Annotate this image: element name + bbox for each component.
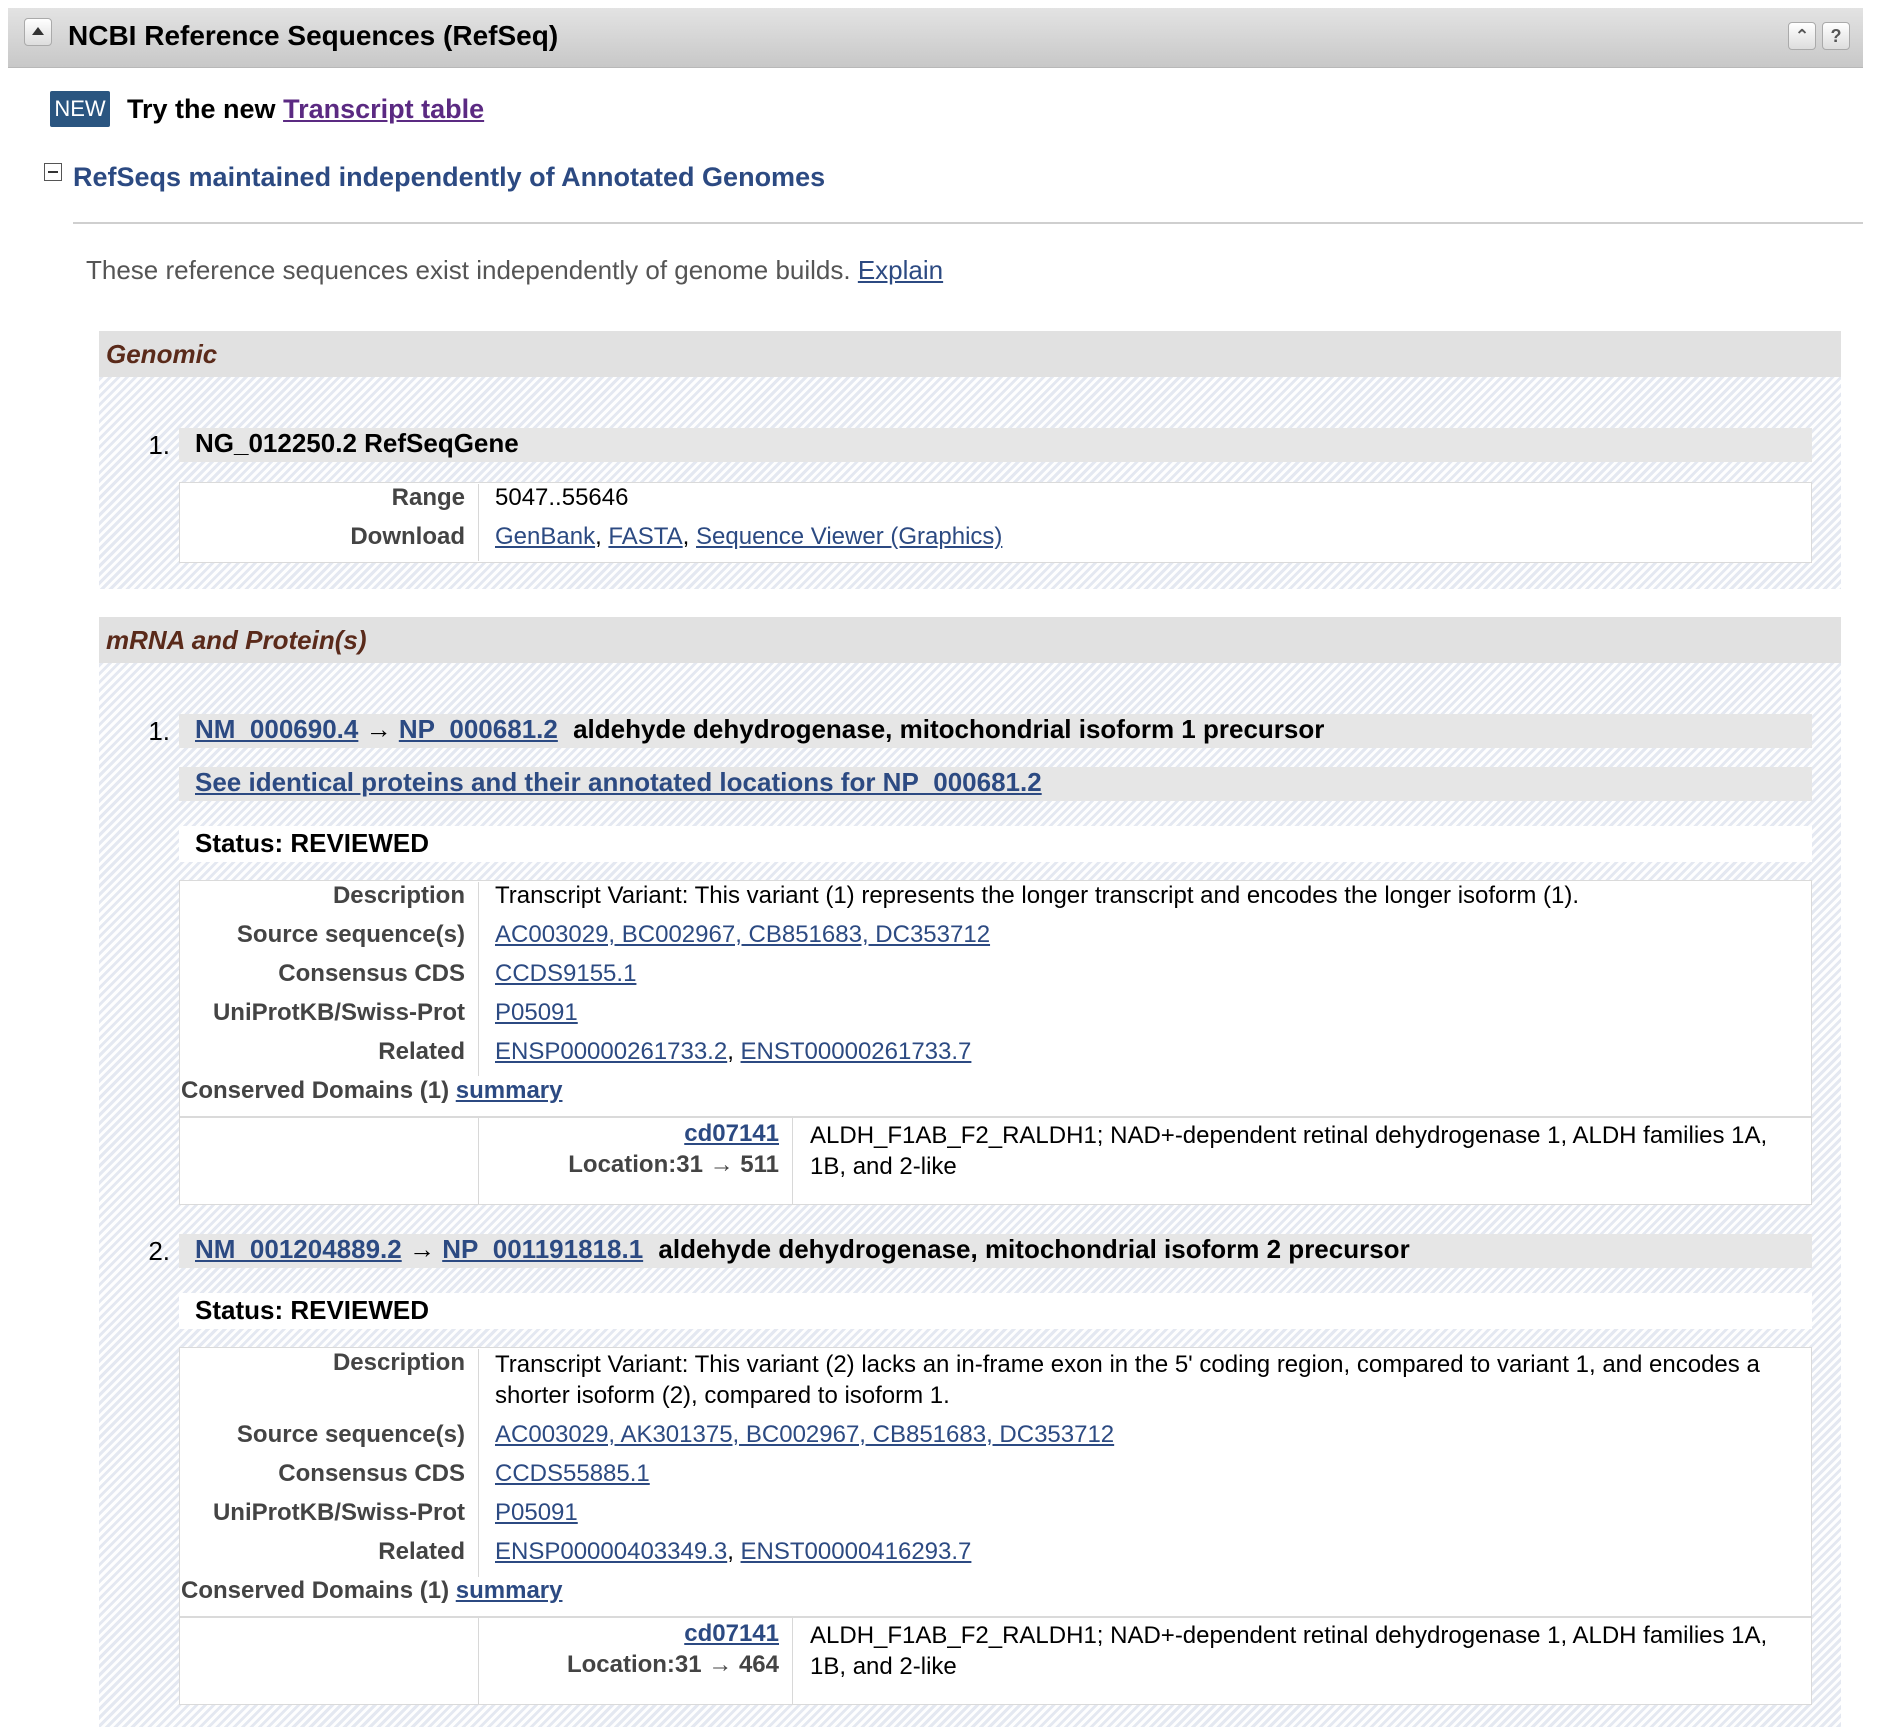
summary-link[interactable]: summary [456, 1577, 563, 1604]
source-sequences-link[interactable]: AC003029, AK301375, BC002967, CB851683, … [495, 1421, 1114, 1448]
divider [73, 222, 1863, 224]
domain-id-link[interactable]: cd07141 [684, 1620, 779, 1647]
related-enst-link[interactable]: ENST00000261733.7 [741, 1038, 972, 1065]
conserved-domains-label: Conserved Domains (1) [181, 1577, 450, 1604]
domain-description: ALDH_F1AB_F2_RALDH1; NAD+-dependent reti… [810, 1122, 1768, 1180]
divider [180, 1116, 1811, 1118]
mrna-item-title: NM_000690.4 → NP_000681.2 aldehyde dehyd… [179, 714, 1812, 748]
domain-description: ALDH_F1AB_F2_RALDH1; NAD+-dependent reti… [810, 1622, 1768, 1680]
range-value: 5047..55646 [495, 484, 629, 511]
intro-sentence: These reference sequences exist independ… [86, 255, 851, 285]
domain-id: cd07141 [479, 1620, 779, 1648]
download-label: Download [350, 523, 465, 550]
consensus-cds-link[interactable]: CCDS9155.1 [495, 960, 636, 987]
related-label: Related [378, 1538, 465, 1565]
consensus-cds-label: Consensus CDS [278, 1460, 465, 1487]
protein-name: aldehyde dehydrogenase, mitochondrial is… [658, 1234, 1410, 1264]
related-enst-link[interactable]: ENST00000416293.7 [741, 1538, 972, 1565]
domain-id-link[interactable]: cd07141 [684, 1120, 779, 1147]
domain-location: Location:31 → 511 [568, 1151, 779, 1178]
collapse-section-button[interactable] [24, 18, 52, 46]
identical-proteins-link[interactable]: See identical proteins and their annotat… [195, 767, 1042, 797]
status-label: Status: REVIEWED [179, 1293, 1812, 1329]
related-ensp-link[interactable]: ENSP00000403349.3 [495, 1538, 727, 1565]
consensus-cds-link[interactable]: CCDS55885.1 [495, 1460, 650, 1487]
related-value: ENSP00000403349.3, ENST00000416293.7 [495, 1538, 972, 1565]
subsection-title[interactable]: RefSeqs maintained independently of Anno… [73, 162, 825, 193]
mrna-item-title: NM_001204889.2 → NP_001191818.1 aldehyde… [179, 1234, 1812, 1268]
conserved-domains-label: Conserved Domains (1) [181, 1077, 450, 1104]
arrow-right-icon: → [408, 1234, 435, 1264]
conserved-domains-row: Conserved Domains (1) summary [181, 1077, 562, 1105]
source-sequences-label: Source sequence(s) [236, 921, 465, 948]
genbank-link[interactable]: GenBank [495, 523, 595, 550]
column-divider [478, 484, 479, 561]
domain-location: Location:31 → 464 [566, 1651, 779, 1678]
uniprot-value: P05091 [495, 1499, 578, 1527]
genomic-item-title: NG_012250.2 RefSeqGene [179, 428, 1812, 462]
mrna-protein-heading: mRNA and Protein(s) [99, 617, 1841, 663]
source-sequences-value: AC003029, AK301375, BC002967, CB851683, … [495, 1421, 1114, 1449]
double-chevron-up-icon: ⌃ [1794, 26, 1810, 46]
triangle-up-icon [32, 27, 44, 35]
status-label: Status: REVIEWED [179, 826, 1812, 862]
mrna-item-number: 2. [148, 1236, 170, 1266]
genomic-heading: Genomic [99, 331, 1841, 377]
scroll-top-button[interactable]: ⌃ [1788, 22, 1816, 50]
column-divider [792, 1618, 793, 1704]
source-sequences-label: Source sequence(s) [236, 1421, 465, 1448]
related-value: ENSP00000261733.2, ENST00000261733.7 [495, 1038, 972, 1065]
mrna-item-number: 1. [148, 716, 170, 746]
mrna-accession-link[interactable]: NM_001204889.2 [195, 1234, 402, 1264]
sequence-viewer-link[interactable]: Sequence Viewer (Graphics) [696, 523, 1002, 550]
section-title: NCBI Reference Sequences (RefSeq) [68, 20, 559, 51]
related-ensp-link[interactable]: ENSP00000261733.2 [495, 1038, 727, 1065]
arrow-right-icon: → [365, 714, 392, 744]
source-sequences-value: AC003029, BC002967, CB851683, DC353712 [495, 921, 990, 949]
uniprot-link[interactable]: P05091 [495, 1499, 578, 1526]
uniprot-link[interactable]: P05091 [495, 999, 578, 1026]
collapse-toggle-icon[interactable] [44, 163, 62, 181]
conserved-domains-row: Conserved Domains (1) summary [181, 1577, 562, 1605]
protein-accession-link[interactable]: NP_001191818.1 [442, 1234, 643, 1264]
uniprot-label: UniProtKB/Swiss-Prot [212, 1499, 465, 1526]
description-label: Description [332, 1349, 465, 1376]
identical-proteins-row: See identical proteins and their annotat… [179, 767, 1812, 801]
related-label: Related [378, 1038, 465, 1065]
consensus-cds-label: Consensus CDS [278, 960, 465, 987]
description-value: Transcript Variant: This variant (1) rep… [495, 882, 1580, 909]
uniprot-label: UniProtKB/Swiss-Prot [212, 999, 465, 1026]
download-links: GenBank, FASTA, Sequence Viewer (Graphic… [495, 523, 1003, 550]
domain-id: cd07141 [479, 1120, 779, 1148]
source-sequences-link[interactable]: AC003029, BC002967, CB851683, DC353712 [495, 921, 990, 948]
help-icon: ? [1830, 26, 1842, 46]
new-badge: NEW [50, 91, 110, 127]
description-label: Description [332, 882, 465, 909]
new-feature-text: Try the new [127, 94, 276, 124]
help-button[interactable]: ? [1822, 22, 1850, 50]
column-divider [792, 1118, 793, 1204]
section-header-bar: NCBI Reference Sequences (RefSeq) ⌃ ? [8, 8, 1863, 68]
intro-text: These reference sequences exist independ… [86, 255, 943, 286]
consensus-cds-value: CCDS9155.1 [495, 960, 636, 988]
description-value: Transcript Variant: This variant (2) lac… [495, 1351, 1760, 1409]
mrna-accession-link[interactable]: NM_000690.4 [195, 714, 358, 744]
range-label: Range [391, 484, 465, 511]
protein-accession-link[interactable]: NP_000681.2 [399, 714, 558, 744]
explain-link[interactable]: Explain [858, 255, 943, 285]
fasta-link[interactable]: FASTA [608, 523, 682, 550]
consensus-cds-value: CCDS55885.1 [495, 1460, 650, 1488]
uniprot-value: P05091 [495, 999, 578, 1027]
genomic-item-number: 1. [148, 430, 170, 460]
divider [180, 1616, 1811, 1618]
column-divider [478, 882, 479, 1076]
column-divider [478, 1349, 479, 1577]
protein-name: aldehyde dehydrogenase, mitochondrial is… [573, 714, 1325, 744]
summary-link[interactable]: summary [456, 1077, 563, 1104]
new-feature-line: Try the new Transcript table [127, 91, 484, 127]
transcript-table-link[interactable]: Transcript table [283, 94, 484, 124]
